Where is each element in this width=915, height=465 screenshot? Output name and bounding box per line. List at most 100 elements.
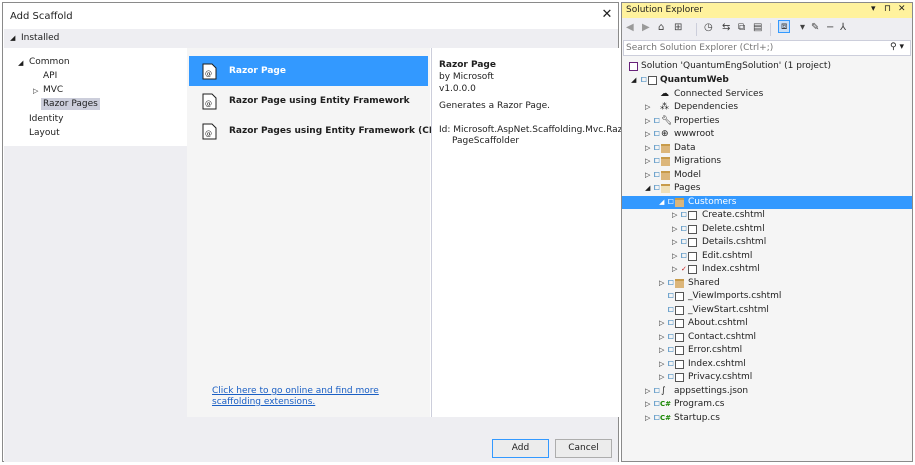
collapsed-arrow-icon[interactable]: ▷ [645,398,650,411]
collapsed-arrow-icon[interactable]: ▷ [645,128,650,141]
switch-views-icon[interactable]: ⊞ [674,22,682,33]
template-razor-pages-ef-crud[interactable]: @ Razor Pages using Entity Framework (CR… [189,116,455,146]
collapsed-arrow-icon[interactable]: ▷ [659,371,664,384]
close-icon[interactable]: ✕ [898,4,906,14]
collapsed-arrow-icon[interactable]: ▷ [645,412,650,425]
lock-icon: ⧠ [654,144,660,152]
tree-label: Data [674,143,696,153]
expanded-arrow-icon[interactable]: ◢ [631,74,636,87]
tree-row-file[interactable]: ⧠ _ViewStart.cshtml [622,304,912,317]
collapsed-arrow-icon[interactable]: ▷ [659,277,664,290]
tree-row-file[interactable]: ▷ ✓ Index.cshtml [622,263,912,276]
template-razor-page-ef[interactable]: @ Razor Page using Entity Framework [189,86,428,116]
expanded-arrow-icon[interactable]: ◢ [645,182,650,195]
tree-row-dependencies[interactable]: ▷ ⁂ Dependencies [622,101,912,114]
tree-row-file[interactable]: ▷ ⧠ Error.cshtml [622,344,912,357]
web-project-icon [648,76,657,85]
back-icon[interactable]: ◀ [626,22,634,33]
collapsed-arrow-icon[interactable]: ▷ [645,385,650,398]
collapsed-arrow-icon[interactable]: ▷ [645,142,650,155]
collapsed-arrow-icon[interactable]: ▷ [645,115,650,128]
dropdown-icon[interactable]: ▾ [871,4,876,14]
find-more-scaffolding-link[interactable]: Click here to go online and find more sc… [212,386,422,408]
tree-row-file[interactable]: ▷ ⧠ Details.cshtml [622,236,912,249]
template-razor-page[interactable]: @ Razor Page [189,56,428,86]
tree-row-file[interactable]: ▷ ⧠ Create.cshtml [622,209,912,222]
tree-label: Error.cshtml [688,345,743,355]
tree-row-shared[interactable]: ▷ ⧠ Shared [622,277,912,290]
tree-row-properties[interactable]: ▷ ⧠ 🔧︎ Properties [622,115,912,128]
tree-label: Properties [674,116,720,126]
tree-row-data[interactable]: ▷ ⧠ Data [622,142,912,155]
tree-node-razor-pages[interactable]: Razor Pages [41,98,100,110]
forward-icon[interactable]: ▶ [642,22,650,33]
collapsed-arrow-icon[interactable]: ▷ [672,223,677,236]
tree-node-identity[interactable]: Identity [29,114,64,124]
tree-row-file[interactable]: ▷ ⧠ About.cshtml [622,317,912,330]
collapsed-arrow-icon[interactable]: ▷ [659,331,664,344]
dropdown-icon[interactable]: ▾ [800,22,805,33]
tree-row-model[interactable]: ▷ ⧠ Model [622,169,912,182]
tree-row-file[interactable]: ▷ ⧠ Privacy.cshtml [622,371,912,384]
tree-row-migrations[interactable]: ▷ ⧠ Migrations [622,155,912,168]
solution-search-box[interactable]: ⚲ ▾ [623,40,911,56]
tree-node-layout[interactable]: Layout [29,128,60,138]
minus-icon[interactable]: − [826,22,834,33]
close-icon[interactable]: ✕ [600,8,614,22]
preview-selected-items-icon[interactable]: ⧈ [778,20,791,33]
tree-row-connected-services[interactable]: ☁ Connected Services [622,88,912,101]
tree-node-common[interactable]: Common [29,57,70,67]
collapsed-arrow-icon[interactable]: ▷ [659,344,664,357]
tree-row-file[interactable]: ⧠ _ViewImports.cshtml [622,290,912,303]
installed-header[interactable]: ◢ Installed [4,29,618,48]
collapsed-arrow-icon[interactable]: ▷ [33,87,38,95]
tree-label: _ViewStart.cshtml [688,305,769,315]
tree-row-file[interactable]: ▷ ⧠ Contact.cshtml [622,331,912,344]
tree-label: About.cshtml [688,318,748,328]
tree-row-file[interactable]: ▷ ⧠ Edit.cshtml [622,250,912,263]
collapsed-arrow-icon[interactable]: ▷ [645,169,650,182]
collapse-all-icon[interactable]: ⧉ [738,22,745,33]
lock-icon: ⧠ [668,306,674,314]
tree-row-file[interactable]: ▷ ⧠ Index.cshtml [622,358,912,371]
class-view-icon[interactable]: ⅄ [840,22,846,33]
expanded-arrow-icon[interactable]: ◢ [659,196,664,209]
search-icon[interactable]: ⚲ ▾ [890,42,904,52]
tree-row-appsettings[interactable]: ▷ ⧠ ∫ appsettings.json [622,385,912,398]
sync-icon[interactable]: ⇆ [722,22,730,33]
tree-node-api[interactable]: API [43,71,57,81]
tree-row-project[interactable]: ◢ ⧠ QuantumWeb [622,74,912,87]
collapsed-arrow-icon[interactable]: ▷ [659,317,664,330]
tree-row-customers[interactable]: ◢ ⧠ Customers [622,196,912,209]
tree-row-file[interactable]: ▷ ⧠ Delete.cshtml [622,223,912,236]
lock-icon: ⧠ [668,198,674,206]
collapsed-arrow-icon[interactable]: ▷ [672,236,677,249]
tree-row-pages[interactable]: ◢ ⧠ Pages [622,182,912,195]
tree-row-wwwroot[interactable]: ▷ ⧠ ⊕ wwwroot [622,128,912,141]
home-icon[interactable]: ⌂ [658,22,664,33]
cancel-button[interactable]: Cancel [555,439,612,458]
add-button[interactable]: Add [492,439,549,458]
collapsed-arrow-icon[interactable]: ▷ [672,263,677,276]
pin-icon[interactable]: ⊓ [884,4,891,14]
tree-row-program[interactable]: ▷ ⧠ C# Program.cs [622,398,912,411]
collapsed-arrow-icon[interactable]: ▷ [672,250,677,263]
svg-text:@: @ [205,70,212,78]
tree-row-startup[interactable]: ▷ ⧠ C# Startup.cs [622,412,912,425]
search-input[interactable] [626,42,886,54]
expand-arrow-icon[interactable]: ◢ [18,59,23,67]
tree-row-solution[interactable]: Solution 'QuantumEngSolution' (1 project… [622,60,912,73]
collapsed-arrow-icon[interactable]: ▷ [645,101,650,114]
pending-changes-icon[interactable]: ◷ [704,22,713,33]
razor-file-icon [675,306,684,315]
show-all-files-icon[interactable]: ▤ [753,22,762,33]
tree-node-mvc[interactable]: MVC [43,85,63,95]
razor-page-template-icon: @ [202,63,217,80]
dependencies-icon: ⁂ [660,102,669,112]
collapsed-arrow-icon[interactable]: ▷ [659,358,664,371]
open-folder-icon [661,184,670,193]
tree-label: Model [674,170,702,180]
properties-wrench-icon[interactable]: ✎ [811,22,819,33]
collapsed-arrow-icon[interactable]: ▷ [672,209,677,222]
collapsed-arrow-icon[interactable]: ▷ [645,155,650,168]
